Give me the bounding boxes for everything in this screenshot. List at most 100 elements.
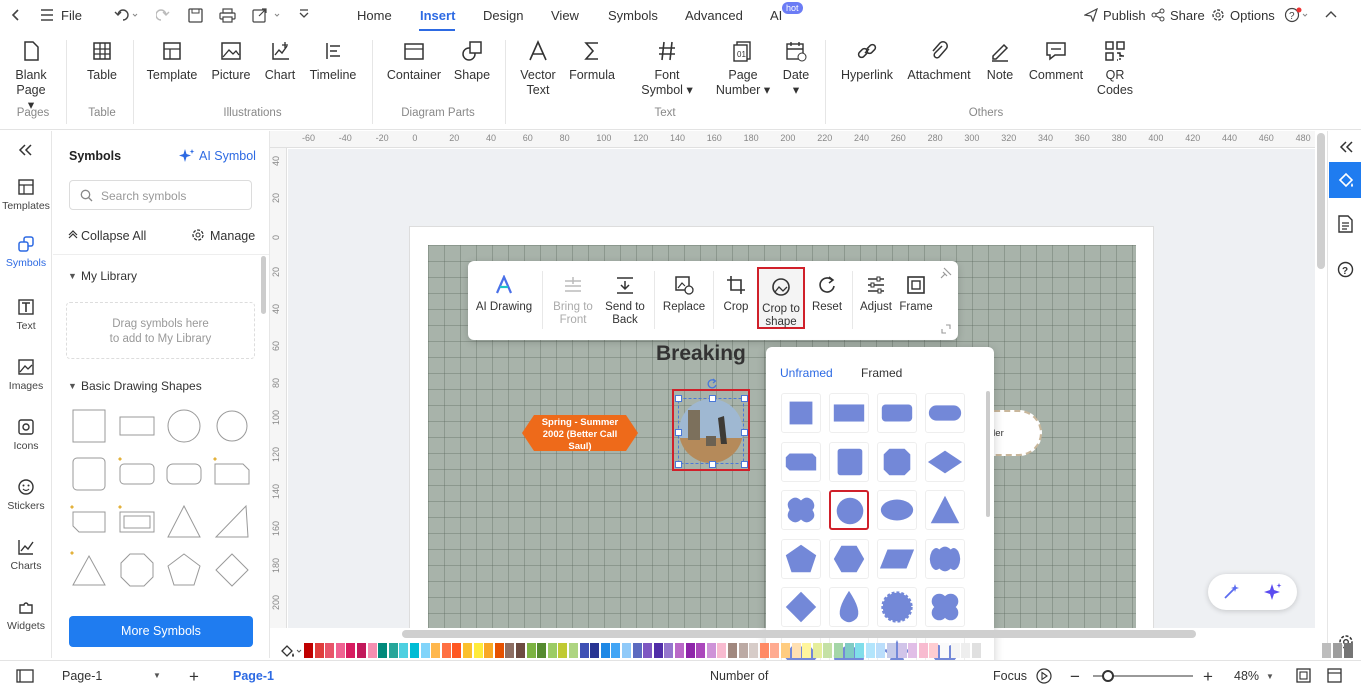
color-swatch[interactable] <box>749 643 759 658</box>
shape-button[interactable]: Shape <box>453 40 491 83</box>
color-swatch[interactable] <box>897 643 907 658</box>
expand-right-panel-icon[interactable] <box>1339 140 1353 154</box>
my-library-header[interactable]: My Library <box>81 269 137 283</box>
replace-button[interactable]: Replace <box>660 275 708 314</box>
search-symbols-input[interactable]: Search symbols <box>69 180 252 210</box>
blank-page-button[interactable]: Blank Page ▾ <box>12 40 50 113</box>
color-swatch[interactable] <box>410 643 419 658</box>
resize-handle[interactable] <box>709 395 716 402</box>
crop-shape-rounded-rectangle[interactable] <box>877 393 917 433</box>
resize-handle[interactable] <box>741 429 748 436</box>
color-swatch[interactable] <box>494 643 504 658</box>
container-button[interactable]: Container <box>385 40 443 83</box>
symbol-diamond[interactable] <box>213 551 251 589</box>
symbol-rounded-rectangle[interactable] <box>118 455 156 493</box>
tab-symbols[interactable]: Symbols <box>608 8 658 23</box>
color-swatch[interactable] <box>971 643 981 658</box>
template-button[interactable]: Template <box>146 40 198 83</box>
resize-handle[interactable] <box>741 461 748 468</box>
color-swatch[interactable] <box>346 643 356 658</box>
ai-sparkle-button-icon[interactable] <box>1263 582 1283 602</box>
color-swatch[interactable] <box>1343 643 1353 658</box>
page-properties-icon[interactable] <box>1337 215 1354 233</box>
collapse-panel-icon[interactable] <box>17 143 33 157</box>
color-swatch[interactable] <box>738 643 748 658</box>
color-swatch[interactable] <box>834 643 843 658</box>
tab-view[interactable]: View <box>551 8 579 23</box>
symbol-triangle[interactable] <box>165 503 203 541</box>
crop-shape-snip-rectangle[interactable] <box>781 441 821 482</box>
crop-shape-parallelogram[interactable] <box>877 538 917 579</box>
leftbar-stickers[interactable]: Stickers <box>0 478 52 512</box>
share-button[interactable]: Share <box>1170 8 1205 23</box>
tab-design[interactable]: Design <box>483 8 523 23</box>
crop-shape-gear-circle[interactable] <box>877 587 917 627</box>
color-swatch[interactable] <box>367 643 377 658</box>
canvas-title[interactable]: Breaking <box>656 342 746 366</box>
zoom-slider-thumb[interactable] <box>1102 670 1114 682</box>
color-swatch[interactable] <box>558 643 568 658</box>
symbol-rounded-square[interactable] <box>70 455 108 493</box>
resize-handle[interactable] <box>675 395 682 402</box>
color-swatch[interactable] <box>579 643 589 658</box>
vector-text-button[interactable]: Vector Text <box>518 40 558 98</box>
tab-home[interactable]: Home <box>357 8 392 23</box>
color-swatch[interactable] <box>781 643 790 658</box>
color-swatch[interactable] <box>473 643 483 658</box>
crop-shape-rectangle[interactable] <box>829 393 869 433</box>
color-swatch[interactable] <box>887 643 896 658</box>
help-icon[interactable]: ? <box>1284 7 1310 23</box>
rotate-handle-icon[interactable] <box>706 378 718 390</box>
print-icon[interactable] <box>219 8 236 23</box>
color-swatch[interactable] <box>908 643 918 658</box>
color-swatch[interactable] <box>696 643 706 658</box>
fit-page-icon[interactable] <box>1296 668 1311 683</box>
crop-shape-cross-blob[interactable] <box>781 490 821 530</box>
symbol-framed-rectangle[interactable] <box>118 503 156 541</box>
style-panel-button[interactable] <box>1329 162 1361 198</box>
redo-icon[interactable] <box>156 8 170 22</box>
page-selector[interactable]: Page-1 <box>62 669 102 683</box>
zoom-level[interactable]: 48% <box>1234 669 1259 683</box>
table-button[interactable]: Table <box>84 40 120 83</box>
color-swatch[interactable] <box>950 643 960 658</box>
my-library-caret-icon[interactable]: ▼ <box>68 271 77 281</box>
tab-framed[interactable]: Framed <box>861 366 902 380</box>
leftbar-images[interactable]: Images <box>0 358 52 392</box>
symbol-circle[interactable] <box>165 407 203 445</box>
hamburger-icon[interactable] <box>40 9 54 21</box>
page-tab-active[interactable]: Page-1 <box>233 669 274 683</box>
qr-codes-button[interactable]: QR Codes <box>1096 40 1134 98</box>
bring-to-front-button[interactable]: Bring to Front <box>548 275 598 327</box>
manage-button[interactable]: Manage <box>210 229 255 243</box>
color-swatch[interactable] <box>463 643 472 658</box>
color-swatch[interactable] <box>929 643 939 658</box>
resize-handle[interactable] <box>675 429 682 436</box>
picture-button[interactable]: Picture <box>209 40 253 83</box>
leftbar-charts[interactable]: Charts <box>0 538 52 572</box>
color-swatch[interactable] <box>812 643 822 658</box>
crop-shape-ellipse[interactable] <box>877 490 917 530</box>
symbol-rectangle[interactable] <box>118 407 156 445</box>
symbol-pentagon[interactable] <box>165 551 203 589</box>
more-symbols-button[interactable]: More Symbols <box>69 616 253 647</box>
crop-shape-flower[interactable] <box>925 587 965 627</box>
color-swatch[interactable] <box>420 643 430 658</box>
color-swatch[interactable] <box>452 643 462 658</box>
color-swatch[interactable] <box>675 643 684 658</box>
tab-unframed[interactable]: Unframed <box>780 366 833 380</box>
zoom-in-icon[interactable]: + <box>1203 667 1213 687</box>
chart-button[interactable]: Chart <box>262 40 298 83</box>
crop-shape-hexagon[interactable] <box>829 538 869 579</box>
symbol-octagon[interactable] <box>118 551 156 589</box>
export-icon[interactable] <box>252 8 282 23</box>
page-selector-caret-icon[interactable]: ▼ <box>153 671 161 680</box>
color-swatch[interactable] <box>823 643 833 658</box>
page-number-button[interactable]: 01 Page Number ▾ <box>710 40 776 98</box>
hyperlink-button[interactable]: Hyperlink <box>838 40 896 83</box>
adjust-button[interactable]: Adjust <box>857 275 895 314</box>
leftbar-templates[interactable]: Templates <box>0 178 52 212</box>
color-swatch[interactable] <box>706 643 716 658</box>
color-swatch[interactable] <box>876 643 886 658</box>
help-circle-icon[interactable]: ? <box>1337 261 1354 278</box>
